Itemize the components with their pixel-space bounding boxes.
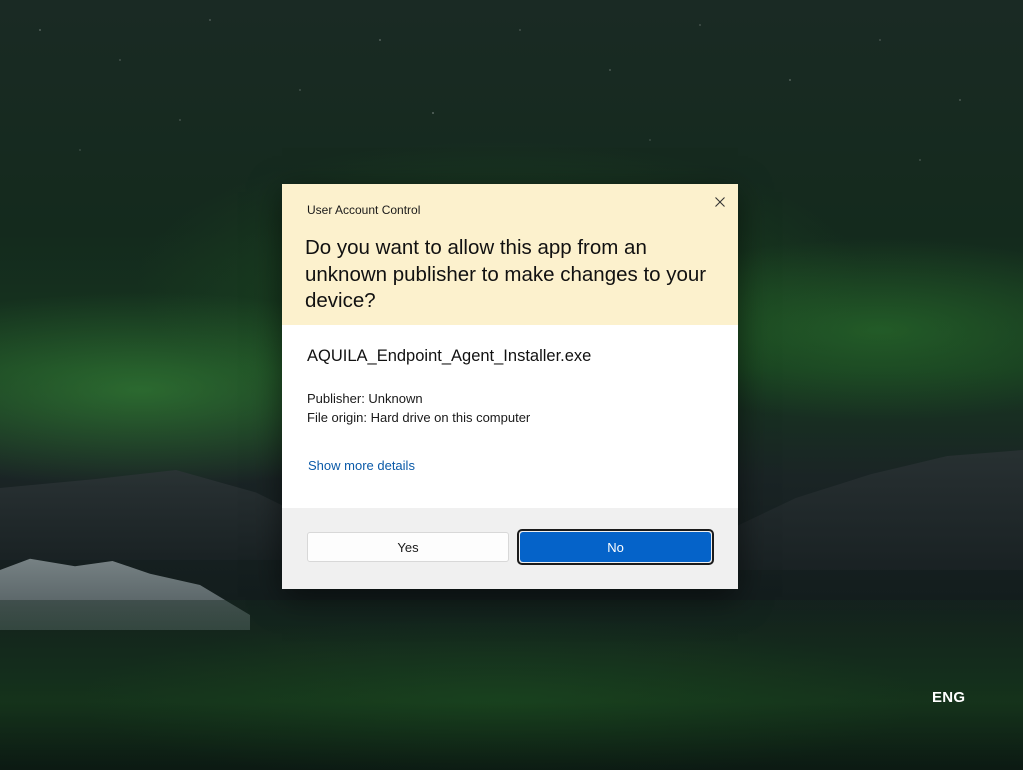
close-button[interactable]	[708, 192, 732, 212]
language-indicator[interactable]: ENG	[932, 689, 965, 706]
yes-button-label: Yes	[397, 539, 419, 555]
file-origin-info: File origin: Hard drive on this computer	[307, 410, 531, 425]
no-button[interactable]: No	[517, 529, 714, 565]
yes-button[interactable]: Yes	[307, 532, 509, 562]
show-more-details-link[interactable]: Show more details	[308, 458, 415, 473]
uac-header: User Account Control Do you want to allo…	[282, 184, 738, 325]
close-icon	[715, 197, 725, 207]
mountain-left	[0, 470, 320, 560]
uac-question: Do you want to allow this app from an un…	[305, 236, 707, 312]
publisher-info: Publisher: Unknown	[307, 391, 423, 406]
uac-dialog: User Account Control Do you want to allo…	[282, 184, 738, 589]
no-button-label: No	[607, 539, 624, 555]
app-name: AQUILA_Endpoint_Agent_Installer.exe	[307, 347, 592, 365]
dialog-title: User Account Control	[307, 203, 421, 217]
mountain-right	[720, 450, 1023, 570]
no-button-fill: No	[520, 532, 711, 562]
uac-footer: Yes No	[282, 508, 738, 589]
desktop-background: User Account Control Do you want to allo…	[0, 0, 1023, 770]
lake-reflection	[0, 600, 1023, 770]
